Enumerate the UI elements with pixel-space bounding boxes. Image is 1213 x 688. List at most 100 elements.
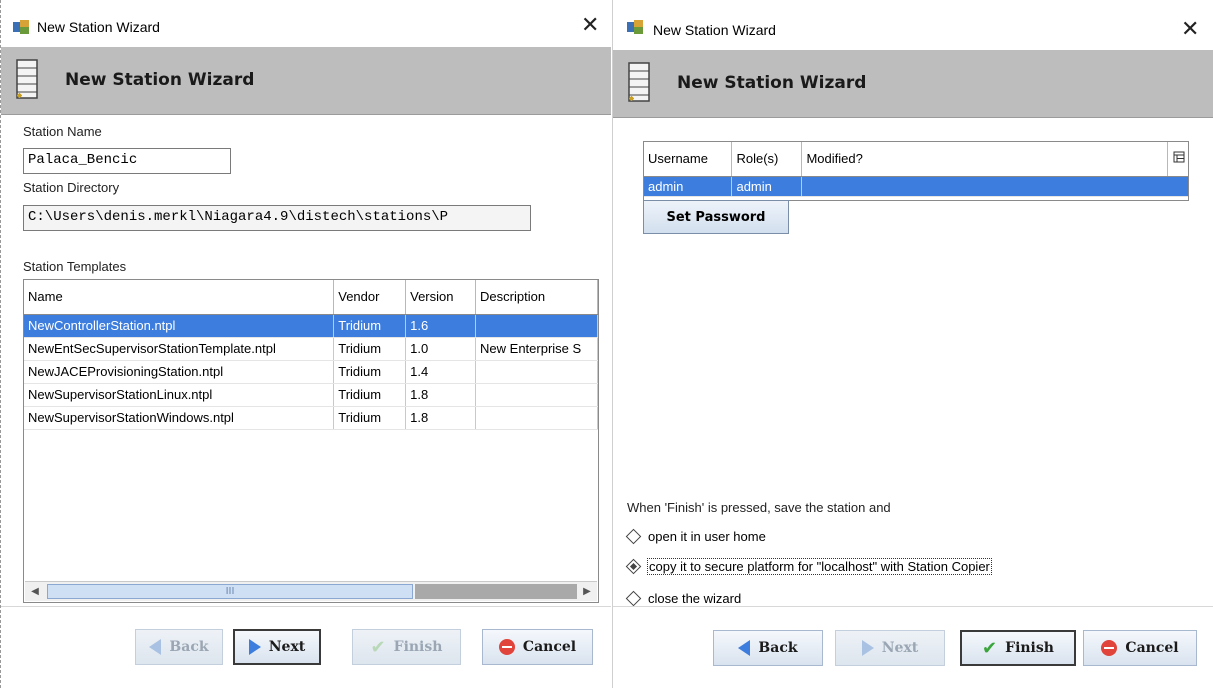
cell-name: NewJACEProvisioningStation.ntpl (24, 360, 335, 384)
new-station-wizard-dialog-left: New Station Wizard ✕ New Station Wizard … (0, 0, 611, 688)
arrow-right-icon (861, 640, 874, 656)
window-title: New Station Wizard (37, 19, 160, 35)
cell-name: NewEntSecSupervisorStationTemplate.ntpl (24, 337, 335, 361)
radio-diamond-icon[interactable] (625, 528, 642, 545)
cell-name: NewControllerStation.ntpl (24, 314, 335, 338)
scrollbar-track[interactable] (415, 584, 577, 599)
set-password-button[interactable]: Set Password (643, 200, 789, 234)
option-label: close the wizard (648, 591, 742, 606)
column-header-username[interactable]: Username (644, 142, 733, 177)
station-server-icon (628, 62, 650, 102)
column-header-version[interactable]: Version (405, 280, 477, 315)
next-button[interactable]: Next (233, 629, 321, 665)
cell-version: 1.6 (405, 314, 477, 338)
table-header-row: Name Vendor Version Description (24, 280, 598, 315)
cell-vendor: Tridium (333, 337, 407, 361)
table-row[interactable]: admin admin (644, 176, 1188, 197)
column-header-vendor[interactable]: Vendor (333, 280, 407, 315)
back-button-label: Back (169, 639, 209, 655)
cell-vendor: Tridium (333, 360, 407, 384)
column-header-name[interactable]: Name (24, 280, 335, 315)
footer-divider (613, 606, 1213, 607)
wizard-title: New Station Wizard (677, 73, 867, 93)
cell-vendor: Tridium (333, 314, 407, 338)
next-button[interactable]: Next (835, 630, 945, 666)
arrow-left-icon (149, 639, 162, 655)
finish-button[interactable]: ✔ Finish (352, 629, 461, 665)
next-button-label: Next (268, 639, 306, 655)
table-row[interactable]: NewControllerStation.ntpl Tridium 1.6 (24, 314, 598, 338)
cell-description: New Enterprise S (475, 337, 598, 361)
horizontal-scrollbar[interactable]: ◀ III ▶ (25, 581, 597, 601)
title-bar[interactable]: New Station Wizard ✕ (613, 0, 1213, 47)
cancel-button[interactable]: Cancel (1083, 630, 1197, 666)
table-row[interactable]: NewJACEProvisioningStation.ntpl Tridium … (24, 360, 598, 384)
cell-roles: admin (731, 176, 803, 197)
next-button-label: Next (881, 640, 919, 656)
wizard-content: Station Name Palaca_Bencic Station Direc… (1, 116, 611, 606)
back-button[interactable]: Back (713, 630, 823, 666)
column-header-modified[interactable]: Modified? (801, 142, 1168, 177)
users-grid: Username Role(s) Modified? admin admin (644, 142, 1188, 197)
close-icon[interactable]: ✕ (1181, 18, 1199, 40)
arrow-left-icon (738, 640, 751, 656)
niagara-app-icon (627, 20, 643, 34)
finish-button-label: Finish (393, 639, 443, 655)
cell-name: NewSupervisorStationLinux.ntpl (24, 383, 335, 407)
cell-description (475, 406, 598, 430)
column-header-roles[interactable]: Role(s) (731, 142, 803, 177)
arrow-right-icon (248, 639, 261, 655)
cancel-icon (1101, 640, 1118, 656)
wizard-header: New Station Wizard (1, 47, 611, 115)
station-templates-table[interactable]: Name Vendor Version Description NewContr… (23, 279, 599, 603)
table-header-row: Username Role(s) Modified? (644, 142, 1188, 177)
cancel-button[interactable]: Cancel (482, 629, 593, 665)
scroll-left-arrow-icon[interactable]: ◀ (25, 582, 45, 601)
finish-action-prompt: When 'Finish' is pressed, save the stati… (627, 500, 891, 515)
option-open-in-user-home[interactable]: open it in user home (625, 528, 766, 545)
cancel-button-label: Cancel (522, 639, 577, 655)
scrollbar-grip: III (225, 586, 235, 597)
column-chooser-glyph (1173, 151, 1184, 163)
cell-vendor: Tridium (333, 383, 407, 407)
station-name-input[interactable]: Palaca_Bencic (23, 148, 231, 174)
radio-diamond-selected-icon[interactable] (625, 558, 642, 575)
cell-version: 1.8 (405, 406, 477, 430)
checkmark-icon: ✔ (370, 636, 386, 658)
wizard-footer: Back Next ✔ Finish Cancel (1, 606, 611, 688)
table-row[interactable]: NewSupervisorStationLinux.ntpl Tridium 1… (24, 383, 598, 407)
table-row[interactable]: NewEntSecSupervisorStationTemplate.ntpl … (24, 337, 598, 361)
scrollbar-thumb[interactable]: III (47, 584, 413, 599)
close-icon[interactable]: ✕ (581, 14, 599, 36)
option-close-wizard[interactable]: close the wizard (625, 590, 742, 607)
option-label: copy it to secure platform for "localhos… (647, 558, 992, 575)
cancel-icon (498, 639, 515, 655)
cell-version: 1.0 (405, 337, 477, 361)
table-row[interactable]: NewSupervisorStationWindows.ntpl Tridium… (24, 406, 598, 430)
option-copy-to-secure-platform[interactable]: copy it to secure platform for "localhos… (625, 558, 992, 575)
cell-modified (801, 176, 1188, 197)
back-button[interactable]: Back (135, 629, 223, 665)
station-directory-field[interactable]: C:\Users\denis.merkl\Niagara4.9\distech\… (23, 205, 531, 231)
scroll-right-arrow-icon[interactable]: ▶ (577, 582, 597, 601)
station-directory-label: Station Directory (23, 180, 120, 195)
cell-description (475, 360, 598, 384)
column-header-description[interactable]: Description (475, 280, 598, 315)
cell-version: 1.4 (405, 360, 477, 384)
cell-description (475, 314, 598, 338)
checkmark-icon: ✔ (982, 637, 998, 659)
table-options-icon[interactable] (1167, 142, 1188, 177)
window-title: New Station Wizard (653, 22, 776, 38)
finish-button-label: Finish (1005, 640, 1054, 656)
cancel-button-label: Cancel (1125, 640, 1179, 656)
station-templates-label: Station Templates (23, 259, 127, 274)
footer-divider (1, 606, 611, 607)
title-bar[interactable]: New Station Wizard ✕ (1, 0, 611, 47)
wizard-title: New Station Wizard (65, 70, 255, 90)
radio-diamond-icon[interactable] (625, 590, 642, 607)
users-table[interactable]: Username Role(s) Modified? admin admin (643, 141, 1189, 201)
finish-button[interactable]: ✔ Finish (960, 630, 1076, 666)
new-station-wizard-dialog-right: New Station Wizard ✕ New Station Wizard … (612, 0, 1213, 688)
option-label: open it in user home (648, 529, 766, 544)
cell-vendor: Tridium (333, 406, 407, 430)
